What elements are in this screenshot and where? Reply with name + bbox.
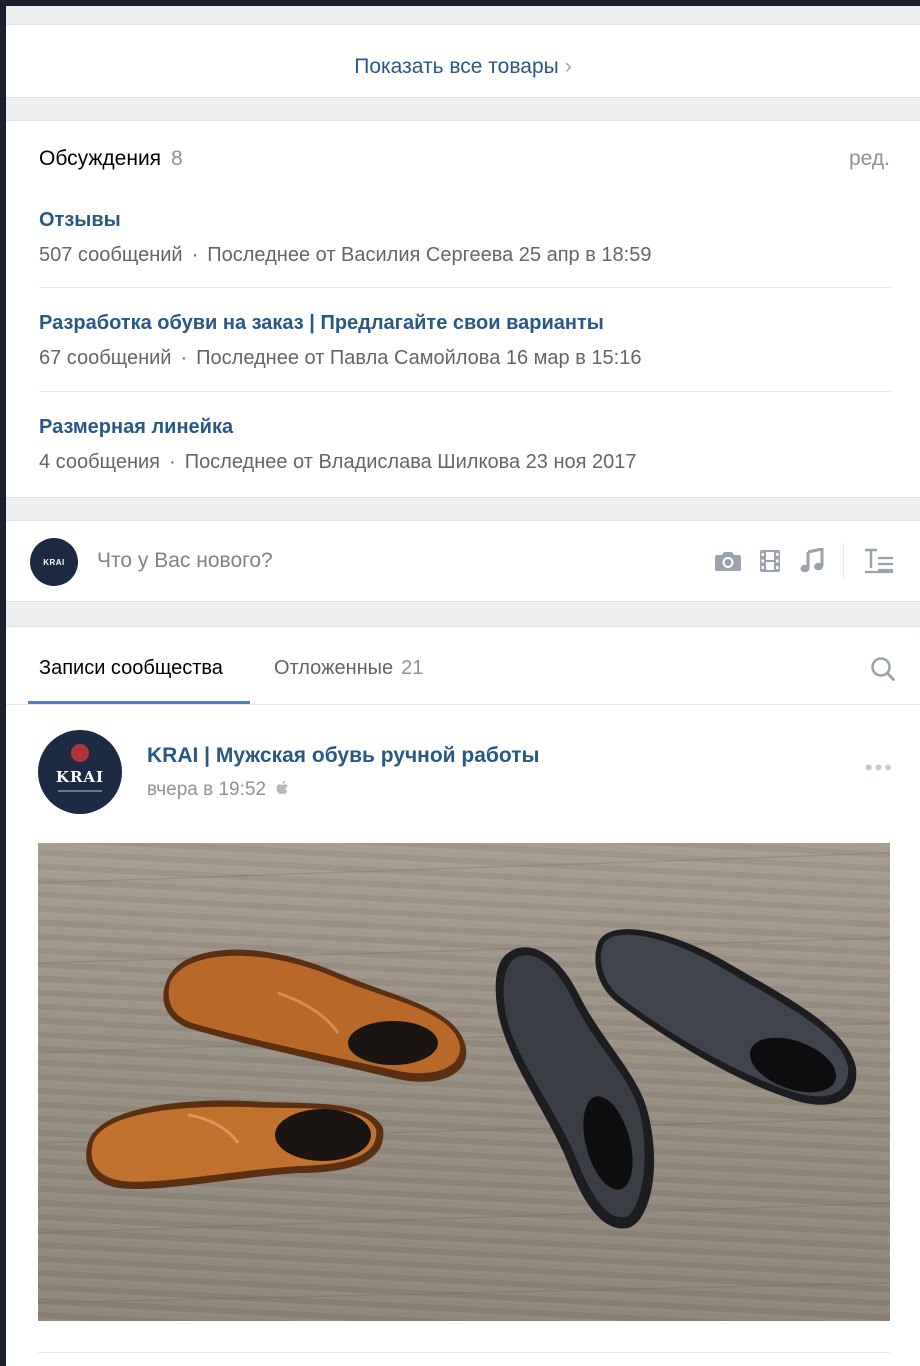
video-icon[interactable]: [753, 544, 787, 578]
topic-title[interactable]: Размерная линейка: [39, 416, 891, 439]
post-time-label: вчера в 19:52: [147, 779, 267, 800]
camera-icon[interactable]: [711, 544, 745, 578]
post-author-name[interactable]: KRAI | Мужская обувь ручной работы: [147, 744, 539, 768]
discussions-count: 8: [171, 147, 183, 170]
post-author-avatar[interactable]: KRAI: [38, 730, 122, 814]
avatar[interactable]: KRAI: [30, 538, 78, 586]
tab-community-posts[interactable]: Записи сообщества: [39, 657, 223, 680]
discussions-card: Обсуждения 8 ред. Отзывы 507 сообщений · По…: [6, 120, 920, 498]
show-all-goods-label: Показать все товары: [354, 55, 559, 78]
divider: [38, 1352, 890, 1353]
topic-meta: 67 сообщений · Последнее от Павла Самойлов…: [39, 347, 891, 370]
post-more-menu[interactable]: •••: [865, 755, 894, 781]
topic-message-count: 507 сообщений: [39, 244, 183, 266]
meta-separator: ·: [191, 244, 199, 266]
community-feed: Записи сообщества Отложенные 21 KRAI KRAI…: [6, 626, 920, 1366]
text-format-icon[interactable]: [862, 544, 896, 578]
active-tab-indicator: [28, 701, 250, 704]
logo-emblem: [71, 744, 89, 762]
search-icon[interactable]: [870, 656, 896, 687]
shoes-illustration: [38, 852, 890, 1304]
topic-item: Размерная линейка 4 сообщения · Последнее …: [39, 416, 891, 474]
topic-message-count: 4 сообщения: [39, 451, 161, 473]
topic-meta: 4 сообщения · Последнее от Владислава Шилк…: [39, 451, 891, 474]
post-photo[interactable]: [38, 843, 890, 1321]
divider: [843, 543, 844, 579]
discussions-header[interactable]: Обсуждения 8: [39, 147, 183, 171]
discussions-title: Обсуждения: [39, 147, 162, 170]
tab-postponed-count: 21: [401, 657, 424, 679]
topic-title[interactable]: Разработка обуви на заказ | Предлагайте …: [39, 312, 891, 335]
topic-meta: 507 сообщений · Последнее от Василия Серге…: [39, 244, 891, 267]
tab-postponed-label: Отложенные: [274, 657, 394, 679]
divider: [39, 287, 891, 288]
avatar-logo-text: KRAI: [43, 557, 65, 567]
music-icon[interactable]: [795, 544, 829, 578]
goods-card: Показать все товары ›: [6, 24, 920, 98]
post-time[interactable]: вчера в 19:52: [147, 779, 289, 801]
topic-item: Отзывы 507 сообщений · Последнее от Васили…: [39, 209, 891, 267]
new-post-input[interactable]: Что у Вас нового?: [97, 549, 273, 573]
composer-attachments: [703, 541, 896, 581]
show-all-goods-link[interactable]: Показать все товары ›: [6, 55, 920, 79]
topic-message-count: 67 сообщений: [39, 347, 172, 369]
feed-tabs: Записи сообщества Отложенные 21: [6, 627, 920, 705]
topic-last-post[interactable]: Последнее от Владислава Шилкова 23 ноя 2…: [185, 451, 637, 473]
discussions-edit-link[interactable]: ред.: [849, 147, 890, 171]
avatar-logo-text: KRAI: [55, 768, 105, 786]
meta-separator: ·: [169, 451, 176, 473]
logo-underline: [58, 790, 102, 792]
topic-last-post[interactable]: Последнее от Василия Сергеева 25 апр в 1…: [207, 244, 651, 266]
apple-icon: [276, 780, 289, 795]
page: Показать все товары › Обсуждения 8 ред. От…: [6, 6, 920, 1366]
tab-postponed[interactable]: Отложенные 21: [274, 657, 423, 680]
post-composer: KRAI Что у Вас нового?: [6, 520, 920, 602]
meta-separator: ·: [180, 347, 188, 369]
divider: [39, 391, 891, 392]
chevron-right-icon: ›: [564, 55, 572, 78]
topic-title[interactable]: Отзывы: [39, 209, 891, 232]
topic-last-post[interactable]: Последнее от Павла Самойлова 16 мар в 15…: [196, 347, 641, 369]
topic-item: Разработка обуви на заказ | Предлагайте …: [39, 312, 891, 370]
